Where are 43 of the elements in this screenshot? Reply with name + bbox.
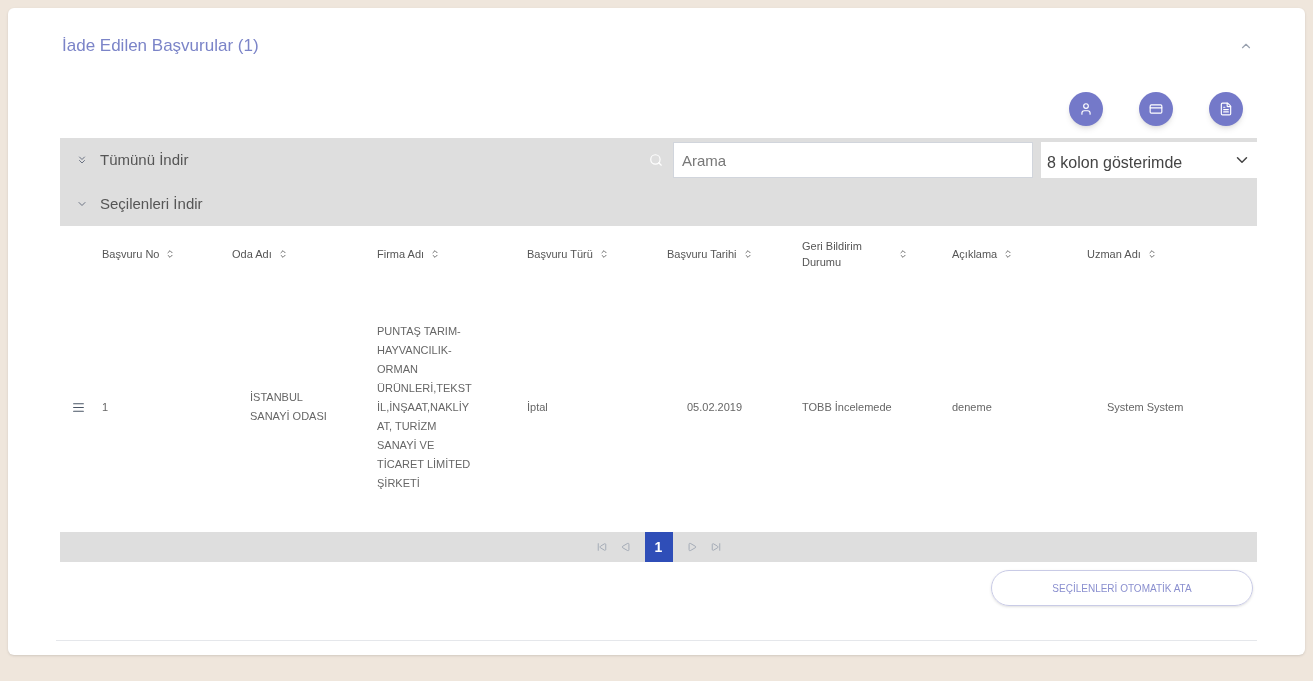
card-icon xyxy=(1149,102,1163,116)
column-select[interactable]: 8 kolon gösterimde xyxy=(1041,142,1257,178)
table-cell-text: System System xyxy=(1107,399,1184,415)
next-page-icon[interactable] xyxy=(686,542,697,552)
first-page-icon[interactable] xyxy=(596,542,607,552)
sort-icon xyxy=(1146,249,1157,259)
table-cell-text: PUNTAŞ TARIM-HAYVANCILIK-ORMAN ÜRÜNLERİ,TEKSTİL,İNŞAAT,NAKLİYAT, TURİZM SANAYİ VE TİCARET LİMİTED ŞİRKETİ xyxy=(377,323,473,491)
table-cell-text: 1 xyxy=(102,399,109,415)
page-button[interactable]: 1 xyxy=(644,532,673,562)
column-header[interactable]: Başvuru Tarihi xyxy=(667,245,753,263)
table-cell-text: İptal xyxy=(527,399,548,415)
search-field[interactable]: Arama xyxy=(673,142,1033,178)
row-menu-icon[interactable] xyxy=(72,400,85,414)
column-header[interactable]: Başvuru Türü xyxy=(527,245,609,263)
sort-icon xyxy=(742,249,753,259)
search-icon xyxy=(649,153,663,167)
sort-icon xyxy=(1003,249,1014,259)
sort-icon xyxy=(277,249,288,259)
sort-icon xyxy=(898,249,908,259)
column-header[interactable]: Başvuru No xyxy=(102,245,176,263)
table-cell-text: 05.02.2019 xyxy=(687,399,743,415)
download-all-button[interactable]: Tümünü İndir xyxy=(100,148,189,172)
document-button[interactable] xyxy=(1209,92,1243,126)
sort-icon xyxy=(430,249,441,259)
table-cell-text: TOBB İncelemede xyxy=(802,399,892,415)
user-icon xyxy=(1079,102,1093,116)
user-button[interactable] xyxy=(1069,92,1103,126)
sort-icon xyxy=(165,249,176,259)
sort-icon xyxy=(598,249,609,259)
column-header[interactable]: Geri Bildirim Durumu xyxy=(802,237,908,271)
table-cell-text: İSTANBUL SANAYİ ODASI xyxy=(250,390,328,424)
double-chevron-icon xyxy=(76,154,88,166)
card-button[interactable] xyxy=(1139,92,1173,126)
panel-title: İade Edilen Başvurular (1) xyxy=(62,35,259,58)
table-cell-text: deneme xyxy=(952,399,992,415)
column-header[interactable]: Açıklama xyxy=(952,245,1014,263)
column-header[interactable]: Uzman Adı xyxy=(1087,245,1157,263)
previous-page-icon[interactable] xyxy=(620,542,631,552)
document-icon xyxy=(1219,102,1233,116)
last-page-icon[interactable] xyxy=(710,542,721,552)
column-header[interactable]: Oda Adı xyxy=(232,245,288,263)
column-header[interactable]: Firma Adı xyxy=(377,245,441,263)
download-selected-button[interactable]: Seçilenleri İndir xyxy=(100,192,203,216)
